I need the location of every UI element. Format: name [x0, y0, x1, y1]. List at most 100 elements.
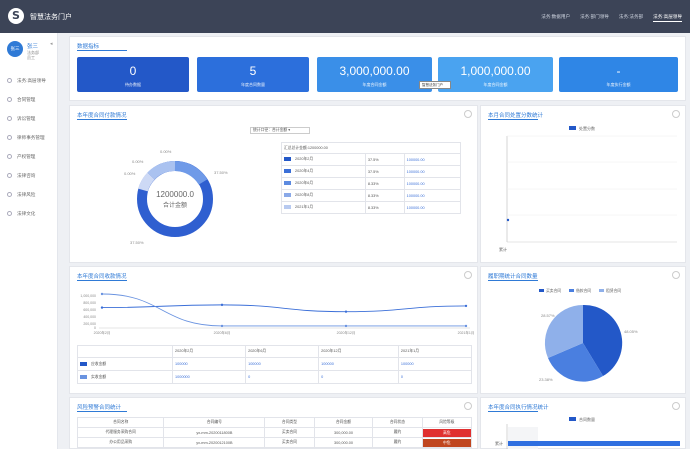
menu-icon [7, 211, 12, 216]
risk-title: 风险预警合同统计 [77, 405, 122, 411]
data-point [506, 218, 510, 222]
execution-bar-chart: 合同数量 累计 [495, 416, 680, 449]
donut-slice-4 [138, 172, 155, 192]
risk-level-badge[interactable]: 高危 [422, 428, 471, 437]
legend-swatch [599, 289, 604, 292]
avatar[interactable]: 张三 [7, 41, 23, 57]
table-row: 2020年8月 8.33% 100000.00 [281, 189, 462, 202]
close-icon[interactable] [464, 402, 472, 410]
title-underline [77, 50, 127, 51]
donut-label-3: 0.00% [124, 171, 136, 176]
pie-label: 48.05% [624, 329, 638, 334]
receipt-line-chart: 1,000,000 800,000 600,000 400,000 200,00… [80, 292, 474, 335]
stat-value: - [616, 64, 621, 78]
donut-label-2: 0.00% [132, 159, 144, 164]
legend-swatch [569, 126, 576, 130]
collapse-icon[interactable]: ◂ [50, 41, 53, 47]
contract-type-panel: 履职期统计合同数量 买卖合同 借款合同 租赁合同 28.57% 48.05% 2… [480, 266, 686, 394]
data-point [344, 310, 348, 313]
data-point [464, 304, 468, 308]
close-icon[interactable] [464, 271, 472, 279]
contract-type-pie: 买卖合同 借款合同 租赁合同 28.57% 48.05% 23.38% [539, 288, 638, 382]
legend-label: 合同数量 [579, 416, 595, 422]
sidebar-item-consult[interactable]: 法律咨询 [0, 166, 58, 185]
legend-swatch [284, 157, 291, 161]
close-icon[interactable] [672, 110, 680, 118]
top-nav: 法务:数据用户 法务:部门领导 法务:法务部 法务:高层领导 [541, 14, 682, 22]
topnav-item-legal[interactable]: 法务:法务部 [619, 14, 643, 22]
y-tick-label: 1,000,000 [80, 294, 96, 298]
stat-card-execution-amount[interactable]: - 年度执行金额 [559, 57, 678, 92]
x-tick-label: 2020年2月 [94, 330, 111, 335]
topnav-item-dept[interactable]: 法务:部门领导 [580, 14, 609, 22]
pie-label: 28.57% [541, 313, 555, 318]
contract-pay-title: 本年度合同付款情况 [77, 113, 127, 119]
topnav-item-user[interactable]: 法务:数据用户 [541, 14, 570, 22]
y-tick-label: 400,000 [83, 315, 96, 319]
execution-title: 本年度合同执行情况统计 [488, 405, 549, 411]
select-value: 合计金额 [271, 128, 288, 132]
donut-label-4: 37.50% [214, 170, 228, 175]
sidebar-item-litigation[interactable]: 诉讼管理 [0, 109, 58, 128]
legend-label: 租赁合同 [606, 288, 621, 293]
title-underline [77, 280, 127, 281]
close-icon[interactable] [672, 271, 680, 279]
legend-swatch [80, 374, 87, 379]
sidebar-item-property[interactable]: 产权管理 [0, 147, 58, 166]
stat-label: 待办数据 [125, 82, 141, 87]
donut-label-5: 37.50% [130, 240, 144, 245]
stat-select[interactable]: 统计口径：合计金额 ▾ [250, 127, 310, 134]
table-row: 2020年2月 37.5% 100000.00 [281, 153, 462, 166]
sidebar-item-culture[interactable]: 法律文化 [0, 204, 58, 223]
legend-swatch [539, 289, 544, 292]
menu-icon [7, 135, 12, 140]
title-underline [488, 119, 538, 120]
close-icon[interactable] [672, 402, 680, 410]
table-row: 应收金额 100000 100000 100000 100000 [77, 357, 473, 371]
menu-icon [7, 78, 12, 83]
y-tick-label: 0 [94, 326, 96, 330]
legend-swatch [284, 193, 291, 197]
legend-label: 借款合同 [576, 288, 591, 293]
stat-value: 3,000,000.00 [339, 64, 410, 78]
sidebar-item-contract[interactable]: 合同管理 [0, 90, 58, 109]
topnav-item-executive[interactable]: 法务:高层领导 [653, 14, 682, 22]
app-title: 智慧法务门户 [30, 14, 72, 21]
select-label: 统计口径 [253, 128, 269, 132]
data-point [220, 303, 224, 307]
sidebar-item-lawfirm[interactable]: 律师事务管理 [0, 128, 58, 147]
menu-icon [7, 173, 12, 178]
sidebar-item-executive[interactable]: 法务:高层领导 [0, 71, 58, 90]
sidebar-item-risk[interactable]: 法律风险 [0, 185, 58, 204]
data-point [220, 324, 224, 328]
legend-label: 买卖合同 [546, 288, 561, 293]
table-row: 实收金额 1000000 0 0 0 [77, 370, 473, 384]
table-row: 2020年6月 8.33% 100000.00 [281, 177, 462, 190]
stat-card-contract-amount[interactable]: 3,000,000.00 年度合同金额 [317, 57, 432, 92]
y-tick-label: 600,000 [83, 308, 96, 312]
stat-card-contract-amount-2[interactable]: 1,000,000.00 年度合同金额 [438, 57, 553, 92]
donut-slice-3 [147, 160, 176, 180]
risk-level-badge[interactable]: 中危 [422, 438, 471, 447]
table-row: 2020年4月 37.5% 100000.00 [281, 165, 462, 178]
series-line-receivable [101, 304, 467, 313]
stat-card-pending[interactable]: 0 待办数据 [77, 57, 189, 92]
pie-label: 23.38% [539, 377, 553, 382]
tooltip: 智慧法务门户 [419, 81, 451, 89]
legend-swatch [284, 205, 291, 209]
approval-stats-title: 本月合同处置分数统计 [488, 113, 544, 119]
chevron-down-icon: ▾ [288, 128, 291, 132]
receipt-panel: 本年度合同收款情况 1,000,000 800,000 600,000 400,… [69, 266, 478, 394]
top-bar: S 智慧法务门户 法务:数据用户 法务:部门领导 法务:法务部 法务:高层领导 [0, 0, 690, 33]
y-tick-label: 800,000 [83, 301, 96, 305]
title-underline [77, 119, 127, 120]
title-underline [77, 411, 127, 412]
legend-swatch [80, 361, 87, 366]
donut-slice-2 [174, 161, 208, 185]
stat-label: 年度合同数量 [241, 82, 265, 87]
stat-card-contract-count[interactable]: 5 年度合同数量 [197, 57, 309, 92]
x-tick-label: 2020年6月 [214, 330, 231, 335]
close-icon[interactable] [464, 110, 472, 118]
donut-center-label: 合计金额 [163, 201, 187, 209]
receipt-title: 本年度合同收款情况 [77, 274, 127, 280]
